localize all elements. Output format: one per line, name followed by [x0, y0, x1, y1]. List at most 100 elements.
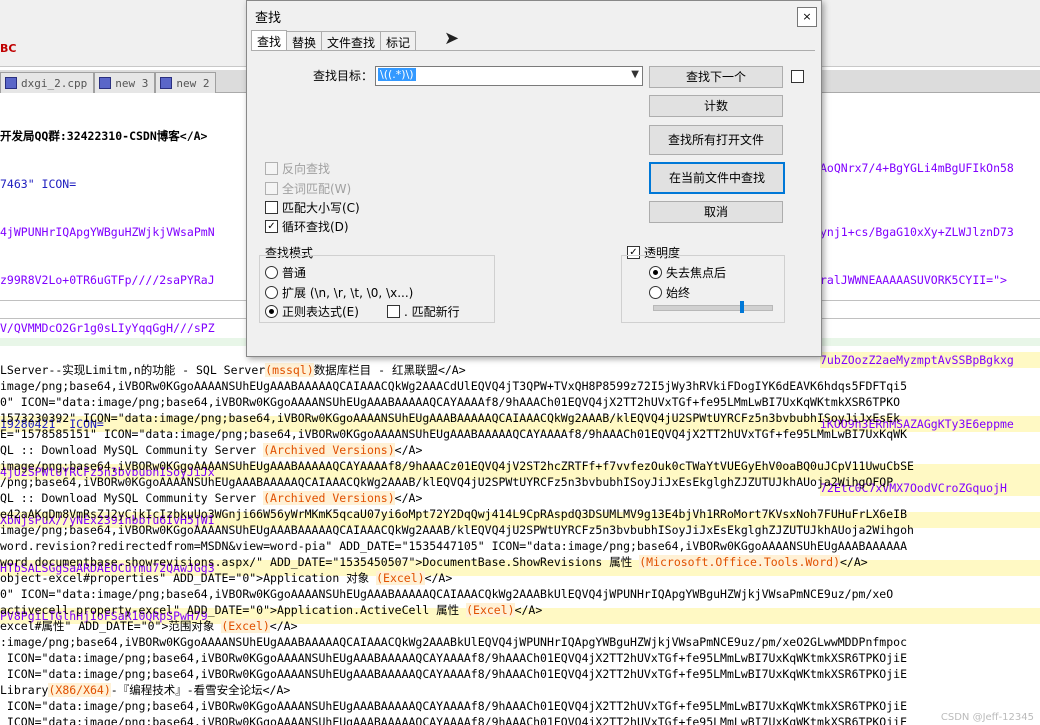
- count-button[interactable]: 计数: [649, 95, 783, 117]
- code-line: /png;base64,iVBORw0KGgoAAAANSUhEUgAAABAA…: [0, 474, 1040, 490]
- close-icon[interactable]: ×: [797, 7, 817, 27]
- code-line: E="1578585151" ICON="data:image/png;base…: [0, 426, 1040, 442]
- spellcheck-icon[interactable]: BC: [0, 42, 16, 55]
- code-line: activecell-property-excel" ADD_DATE="0">…: [0, 602, 1040, 618]
- code-line: ICON="data:image/png;base64,iVBORw0KGgoA…: [0, 666, 1040, 682]
- tab-mark[interactable]: 标记: [380, 31, 417, 52]
- code-line: object-excel#properties" ADD_DATE="0">Ap…: [0, 570, 1040, 586]
- code-text: </A>: [394, 491, 423, 505]
- chevron-down-icon[interactable]: ▼: [631, 69, 639, 80]
- code-text: LServer--实现Limitm,n的功能 - SQL Server: [0, 363, 266, 377]
- transparency-slider[interactable]: [653, 301, 773, 313]
- check-icon: ✓: [265, 220, 278, 233]
- highlight-match: (X86/X64): [48, 683, 111, 697]
- code-line: e42aAKqDm8VmRsZJ2yCjkIcIzbkuUo3WGnji66W5…: [0, 506, 1040, 522]
- whole-word-checkbox[interactable]: 全词匹配(W): [265, 180, 351, 197]
- code-text: </A>: [269, 619, 298, 633]
- code-line: ICON="data:image/png;base64,iVBORw0KGgoA…: [0, 698, 1040, 714]
- code-text: Library: [0, 683, 49, 697]
- find-next-button[interactable]: 查找下一个: [649, 66, 783, 88]
- match-case-checkbox[interactable]: 匹配大小写(C): [265, 199, 360, 216]
- code-text: excel#属性" ADD_DATE="0">范围对象: [0, 619, 222, 633]
- mouse-cursor-icon: ➤: [444, 28, 460, 49]
- slider-thumb[interactable]: [739, 301, 744, 313]
- find-dialog: 查找 × 查找 替换 文件查找 标记 查找目标： \((.*)\) ▼ 查找下一…: [246, 0, 822, 357]
- code-text: 0" ICON="data:image/png;base64,iVBORw0KG…: [0, 395, 901, 409]
- code-text: /png;base64,iVBORw0KGgoAAAANSUhEUgAAABAA…: [0, 475, 894, 489]
- search-label: 查找目标：: [313, 69, 374, 83]
- code-line: :image/png;base64,iVBORw0KGgoAAAANSUhEUg…: [0, 634, 1040, 650]
- code-text: ICON="data:image/png;base64,iVBORw0KGgoA…: [0, 699, 907, 713]
- code-line: ralJWWNEAAAAASUVORK5CYII=">: [820, 273, 1007, 287]
- mode-normal-radio[interactable]: 普通: [265, 264, 306, 281]
- code-text: e42aAKqDm8VmRsZJ2yCjkIcIzbkuUo3WGnji66W5…: [0, 507, 907, 521]
- find-all-open-files-button[interactable]: 查找所有打开文件: [649, 125, 783, 155]
- code-bottom[interactable]: LServer--实现Limitm,n的功能 - SQL Server(mssq…: [0, 362, 1040, 725]
- tab-find-in-files[interactable]: 文件查找: [321, 31, 382, 52]
- code-text: 1573230392" ICON="data:image/png;base64,…: [0, 411, 901, 425]
- tab-replace[interactable]: 替换: [286, 31, 323, 52]
- code-text: </A>: [424, 571, 453, 585]
- cancel-button[interactable]: 取消: [649, 201, 783, 223]
- code-line: AoQNrx7/4+BgYGLi4mBgUFIkOn58: [820, 161, 1014, 175]
- transparency-always-radio[interactable]: 始终: [649, 284, 690, 301]
- code-text: ICON="data:image/png;base64,iVBORw0KGgoA…: [0, 651, 907, 665]
- highlight-match: (Excel): [221, 619, 270, 633]
- code-text: image/png;base64,iVBORw0KGgoAAAANSUhEUgA…: [0, 523, 914, 537]
- file-tab-new3[interactable]: new 3: [94, 72, 156, 93]
- code-line: ICON="data:image/png;base64,iVBORw0KGgoA…: [0, 650, 1040, 666]
- code-line: excel#属性" ADD_DATE="0">范围对象 (Excel)</A>: [0, 618, 1040, 634]
- code-text: word.documentbase.showrevisions.aspx/" A…: [0, 555, 640, 569]
- transparency-on-lose-focus-radio[interactable]: 失去焦点后: [649, 264, 726, 281]
- file-tab-new2[interactable]: new 2: [155, 72, 217, 93]
- code-text: image/png;base64,iVBORw0KGgoAAAANSUhEUgA…: [0, 459, 914, 473]
- watermark: CSDN @Jeff-12345: [940, 712, 1034, 723]
- search-value: \((.*)\): [378, 68, 416, 81]
- code-line: word.documentbase.showrevisions.aspx/" A…: [0, 554, 1040, 570]
- code-line: 0" ICON="data:image/png;base64,iVBORw0KG…: [0, 394, 1040, 410]
- code-line: 0" ICON="data:image/png;base64,iVBORw0KG…: [0, 586, 1040, 602]
- code-line: 1573230392" ICON="data:image/png;base64,…: [0, 410, 1040, 426]
- code-text: ICON="data:image/png;base64,iVBORw0KGgoA…: [0, 667, 907, 681]
- code-line: word.revision?redirectedfrom=MSDN&view=w…: [0, 538, 1040, 554]
- save-disk-icon: [99, 77, 112, 89]
- code-text: QL :: Download MySQL Community Server: [0, 491, 264, 505]
- code-text: </A>: [394, 443, 423, 457]
- highlight-match: (mssql): [265, 363, 314, 377]
- code-line: image/png;base64,iVBORw0KGgoAAAANSUhEUgA…: [0, 522, 1040, 538]
- code-text: word.revision?redirectedfrom=MSDN&view=w…: [0, 539, 907, 553]
- mode-regex-radio[interactable]: 正则表达式(E): [265, 303, 359, 320]
- code-line: LServer--实现Limitm,n的功能 - SQL Server(mssq…: [0, 362, 1040, 378]
- save-disk-icon: [5, 77, 17, 89]
- code-text: 0" ICON="data:image/png;base64,iVBORw0KG…: [0, 587, 894, 601]
- code-line: ynj1+cs/BgaG10xXy+ZLWJlznD73: [820, 225, 1014, 239]
- find-panel: 查找目标： \((.*)\) ▼ 查找下一个 计数 查找所有打开文件 在当前文件…: [251, 50, 815, 351]
- mode-extended-radio[interactable]: 扩展 (\n, \r, \t, \0, \x...): [265, 284, 413, 301]
- search-input[interactable]: \((.*)\) ▼: [375, 66, 643, 86]
- dialog-title: 查找: [255, 11, 282, 26]
- save-disk-icon: [160, 77, 173, 89]
- highlight-match: (Excel): [466, 603, 515, 617]
- find-in-current-file-button[interactable]: 在当前文件中查找: [649, 162, 785, 194]
- find-next-checkbox[interactable]: [791, 70, 804, 83]
- code-text: object-excel#properties" ADD_DATE="0">Ap…: [0, 571, 377, 585]
- wrap-around-checkbox[interactable]: ✓ 循环查找(D): [265, 218, 349, 235]
- file-tab-dxgi[interactable]: dxgi_2.cpp: [0, 72, 95, 93]
- highlight-match: (Archived Versions): [263, 443, 395, 457]
- highlight-match: (Excel): [376, 571, 425, 585]
- code-text: </A>: [840, 555, 868, 569]
- dot-matches-newline-checkbox[interactable]: . 匹配新行: [387, 303, 460, 320]
- reverse-search-checkbox[interactable]: 反向查找: [265, 160, 330, 177]
- code-text: ICON="data:image/png;base64,iVBORw0KGgoA…: [0, 715, 907, 725]
- code-line: image/png;base64,iVBORw0KGgoAAAANSUhEUgA…: [0, 458, 1040, 474]
- highlight-match: (Archived Versions): [263, 491, 395, 505]
- code-text: QL :: Download MySQL Community Server: [0, 443, 264, 457]
- code-text: image/png;base64,iVBORw0KGgoAAAANSUhEUgA…: [0, 379, 907, 393]
- code-text: -『编程技术』-看雪安全论坛</A>: [110, 683, 291, 697]
- code-text: </A>: [514, 603, 543, 617]
- code-line: Library(X86/X64)-『编程技术』-看雪安全论坛</A>: [0, 682, 1040, 698]
- highlight-match: (Microsoft.Office.Tools.Word): [639, 555, 840, 569]
- code-text: :image/png;base64,iVBORw0KGgoAAAANSUhEUg…: [0, 635, 907, 649]
- code-text: 数据库栏目 - 红黑联盟</A>: [313, 363, 466, 377]
- code-line: QL :: Download MySQL Community Server (A…: [0, 442, 1040, 458]
